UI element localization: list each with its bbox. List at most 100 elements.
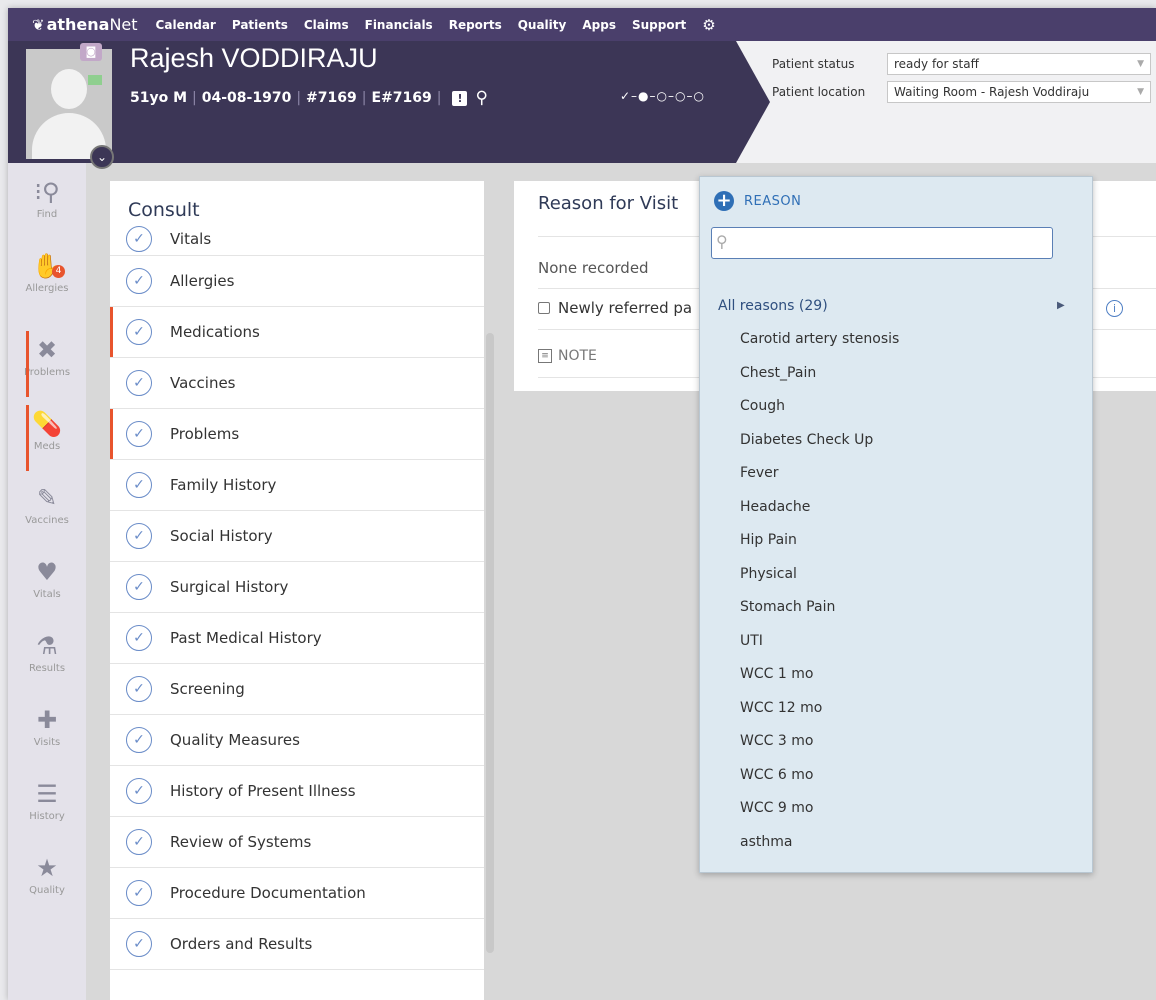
add-reason-button[interactable]: + REASON	[714, 191, 801, 211]
alert-icon[interactable]: !	[452, 90, 468, 106]
search-icon: ⚲	[716, 232, 728, 251]
patient-enterprise-id: E#7169	[371, 90, 432, 106]
note-icon: ≡	[538, 349, 552, 363]
nav-financials[interactable]: Financials	[365, 18, 433, 32]
banner-arrow	[736, 41, 770, 163]
rail-item-quality[interactable]: ★ Quality	[8, 847, 86, 917]
reason-item[interactable]: Chest_Pain	[740, 357, 1070, 391]
rail-item-find[interactable]: ⁝⚲ Find	[8, 171, 86, 241]
consult-item-past-medical-history[interactable]: ✓ Past Medical History	[110, 613, 484, 664]
info-icon[interactable]: i	[1106, 300, 1123, 317]
reason-item[interactable]: Physical	[740, 558, 1070, 592]
consult-item-procedure-documentation[interactable]: ✓ Procedure Documentation	[110, 868, 484, 919]
nav-apps[interactable]: Apps	[582, 18, 616, 32]
check-circle-icon: ✓	[126, 625, 152, 651]
reason-item[interactable]: Diabetes Check Up	[740, 424, 1070, 458]
nav-support[interactable]: Support	[632, 18, 686, 32]
nav-reports[interactable]: Reports	[449, 18, 502, 32]
search-icon[interactable]: ⚲	[475, 88, 487, 108]
patient-name: Rajesh VODDIRAJU	[130, 43, 378, 73]
patient-info: 51yo M | 04-08-1970 | #7169 | E#7169 | !…	[130, 88, 488, 108]
app-window: ❦ athena Net Calendar Patients Claims Fin…	[8, 8, 1156, 1000]
logo-text-bold: athena	[46, 15, 110, 34]
nav-patients[interactable]: Patients	[232, 18, 288, 32]
dropdown-arrow-icon: ▼	[1137, 59, 1144, 69]
consult-item-orders-and-results[interactable]: ✓ Orders and Results	[110, 919, 484, 970]
check-circle-icon: ✓	[126, 880, 152, 906]
consult-item-vaccines[interactable]: ✓ Vaccines	[110, 358, 484, 409]
rail-item-problems[interactable]: ✖ Problems	[8, 329, 86, 399]
reason-item[interactable]: asthma	[740, 826, 1070, 860]
note-button[interactable]: ≡ NOTE	[538, 348, 597, 364]
expand-chevron-icon[interactable]: ⌄	[90, 145, 114, 169]
logo-text-rest: Net	[109, 15, 138, 34]
rail-item-visits[interactable]: ✚ Visits	[8, 699, 86, 769]
reason-search-input[interactable]	[711, 227, 1053, 259]
consult-item-social-history[interactable]: ✓ Social History	[110, 511, 484, 562]
consult-scrollbar[interactable]	[486, 333, 494, 953]
check-circle-icon: ✓	[126, 778, 152, 804]
consult-item-surgical-history[interactable]: ✓ Surgical History	[110, 562, 484, 613]
consult-item-quality-measures[interactable]: ✓ Quality Measures	[110, 715, 484, 766]
all-reasons-item[interactable]: All reasons (29)	[718, 298, 828, 314]
consult-item-allergies[interactable]: ✓ Allergies	[110, 256, 484, 307]
reason-item[interactable]: WCC 1 mo	[740, 658, 1070, 692]
reason-item[interactable]: UTI	[740, 625, 1070, 659]
check-circle-icon: ✓	[126, 268, 152, 294]
reason-item[interactable]: WCC 9 mo	[740, 792, 1070, 826]
consult-item-family-history[interactable]: ✓ Family History	[110, 460, 484, 511]
consult-title: Consult	[128, 199, 200, 221]
status-area: Patient status ready for staff ▼ Patient…	[772, 53, 1151, 109]
athenanet-logo[interactable]: ❦ athena Net	[32, 15, 138, 34]
rail-item-allergies[interactable]: ✋ 4 Allergies	[8, 245, 86, 315]
patient-status-label: Patient status	[772, 57, 855, 71]
camera-icon[interactable]: ◙	[80, 43, 102, 61]
meds-icon: 💊	[32, 410, 62, 438]
rail-item-results[interactable]: ⚗ Results	[8, 625, 86, 695]
rail-item-vaccines[interactable]: ✎ Vaccines	[8, 477, 86, 547]
consult-item-problems[interactable]: ✓ Problems	[110, 409, 484, 460]
reason-item[interactable]: WCC 12 mo	[740, 692, 1070, 726]
reason-item[interactable]: Stomach Pain	[740, 591, 1070, 625]
reason-item[interactable]: Headache	[740, 491, 1070, 525]
check-circle-icon: ✓	[126, 931, 152, 957]
check-circle-icon: ✓	[126, 523, 152, 549]
patient-age-sex: 51yo M	[130, 90, 188, 106]
flag-icon	[88, 75, 102, 85]
nav-quality[interactable]: Quality	[518, 18, 567, 32]
consult-item-review-of-systems[interactable]: ✓ Review of Systems	[110, 817, 484, 868]
check-circle-icon: ✓	[126, 676, 152, 702]
consult-item-screening[interactable]: ✓ Screening	[110, 664, 484, 715]
reason-item[interactable]: Hip Pain	[740, 524, 1070, 558]
nav-claims[interactable]: Claims	[304, 18, 349, 32]
avatar[interactable]	[26, 49, 112, 159]
gear-icon[interactable]: ⚙	[702, 16, 715, 34]
reason-dropdown: + REASON ⚲ All reasons (29) ▶ Carotid ar…	[699, 176, 1093, 873]
newly-referred-checkbox-row[interactable]: Newly referred pa	[538, 299, 692, 317]
history-icon: ☰	[36, 780, 58, 808]
left-rail: ⁝⚲ Find ✋ 4 Allergies ✖ Problems 💊 Meds …	[8, 163, 86, 1000]
reason-item[interactable]: Fever	[740, 457, 1070, 491]
patient-location-select[interactable]: Waiting Room - Rajesh Voddiraju ▼	[887, 81, 1151, 103]
leaf-icon: ❦	[32, 15, 45, 34]
rail-item-history[interactable]: ☰ History	[8, 773, 86, 843]
patient-status-select[interactable]: ready for staff ▼	[887, 53, 1151, 75]
reason-for-visit-title: Reason for Visit	[538, 193, 679, 214]
newly-referred-checkbox[interactable]	[538, 302, 550, 314]
rail-item-meds[interactable]: 💊 Meds	[8, 403, 86, 473]
workflow-progress[interactable]: ✓–●–○–○–○	[620, 89, 705, 103]
consult-item-medications[interactable]: ✓ Medications	[110, 307, 484, 358]
reason-item[interactable]: Carotid artery stenosis	[740, 323, 1070, 357]
consult-item-vitals[interactable]: ✓ Vitals	[110, 223, 484, 256]
reason-item[interactable]: Cough	[740, 390, 1070, 424]
consult-item-hpi[interactable]: ✓ History of Present Illness	[110, 766, 484, 817]
reason-item[interactable]: WCC 6 mo	[740, 759, 1070, 793]
patient-dob: 04-08-1970	[201, 90, 292, 106]
nav-calendar[interactable]: Calendar	[156, 18, 216, 32]
vitals-icon: ♥	[36, 558, 58, 586]
check-circle-icon: ✓	[126, 829, 152, 855]
plus-icon: +	[714, 191, 734, 211]
check-circle-icon: ✓	[126, 319, 152, 345]
rail-item-vitals[interactable]: ♥ Vitals	[8, 551, 86, 621]
reason-item[interactable]: WCC 3 mo	[740, 725, 1070, 759]
